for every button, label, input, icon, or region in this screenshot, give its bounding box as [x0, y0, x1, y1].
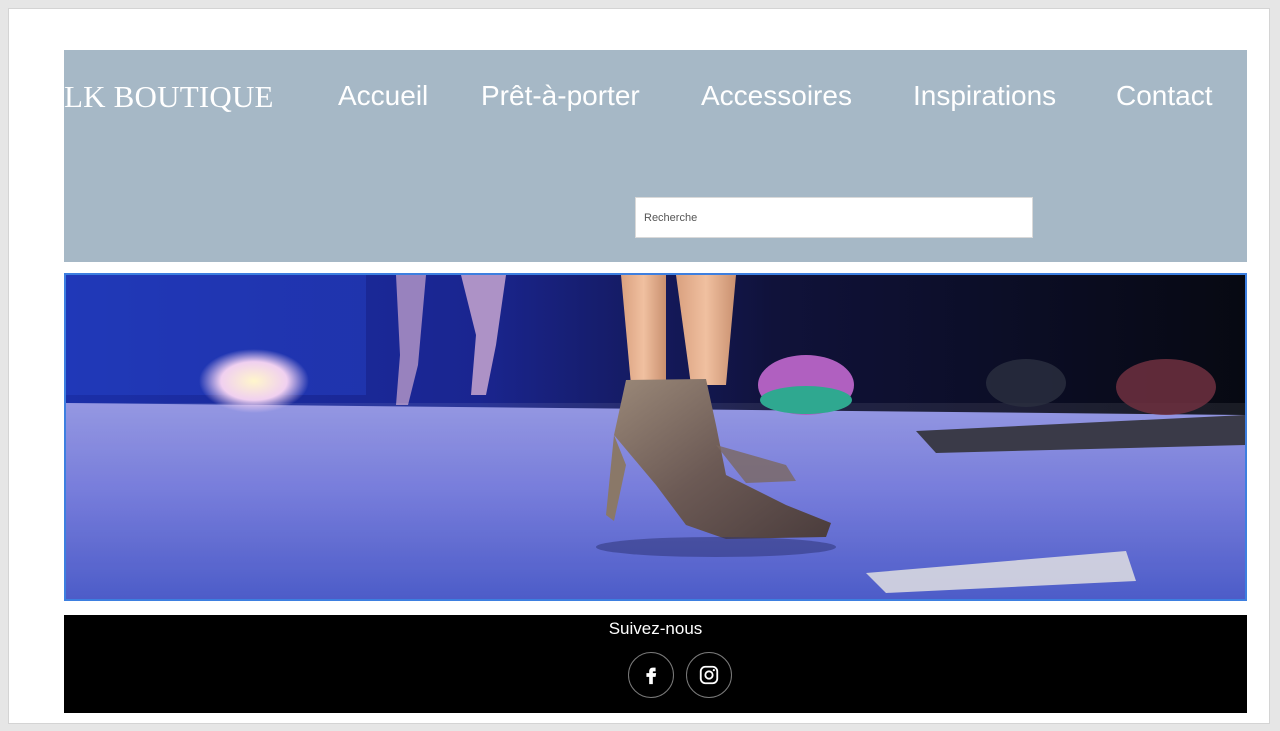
brand-logo[interactable]: LK BOUTIQUE: [64, 79, 274, 115]
site-footer: Suivez-nous: [64, 615, 1247, 713]
facebook-icon: [646, 667, 657, 685]
instagram-button[interactable]: [686, 652, 732, 698]
nav-item-accueil[interactable]: Accueil: [338, 80, 428, 112]
instagram-icon: [699, 665, 719, 685]
nav-item-contact[interactable]: Contact: [1116, 80, 1213, 112]
browser-page: LK BOUTIQUE Accueil Prêt-à-porter Access…: [8, 8, 1270, 724]
site-header: LK BOUTIQUE Accueil Prêt-à-porter Access…: [64, 50, 1247, 262]
hero-photo: [66, 275, 1245, 599]
facebook-button[interactable]: [628, 652, 674, 698]
nav-item-accessoires[interactable]: Accessoires: [701, 80, 852, 112]
follow-us-label: Suivez-nous: [608, 619, 703, 638]
nav-item-pret-a-porter[interactable]: Prêt-à-porter: [481, 80, 640, 112]
nav-item-inspirations[interactable]: Inspirations: [913, 80, 1056, 112]
search-input[interactable]: [635, 197, 1033, 238]
hero-banner-image: [64, 273, 1247, 601]
